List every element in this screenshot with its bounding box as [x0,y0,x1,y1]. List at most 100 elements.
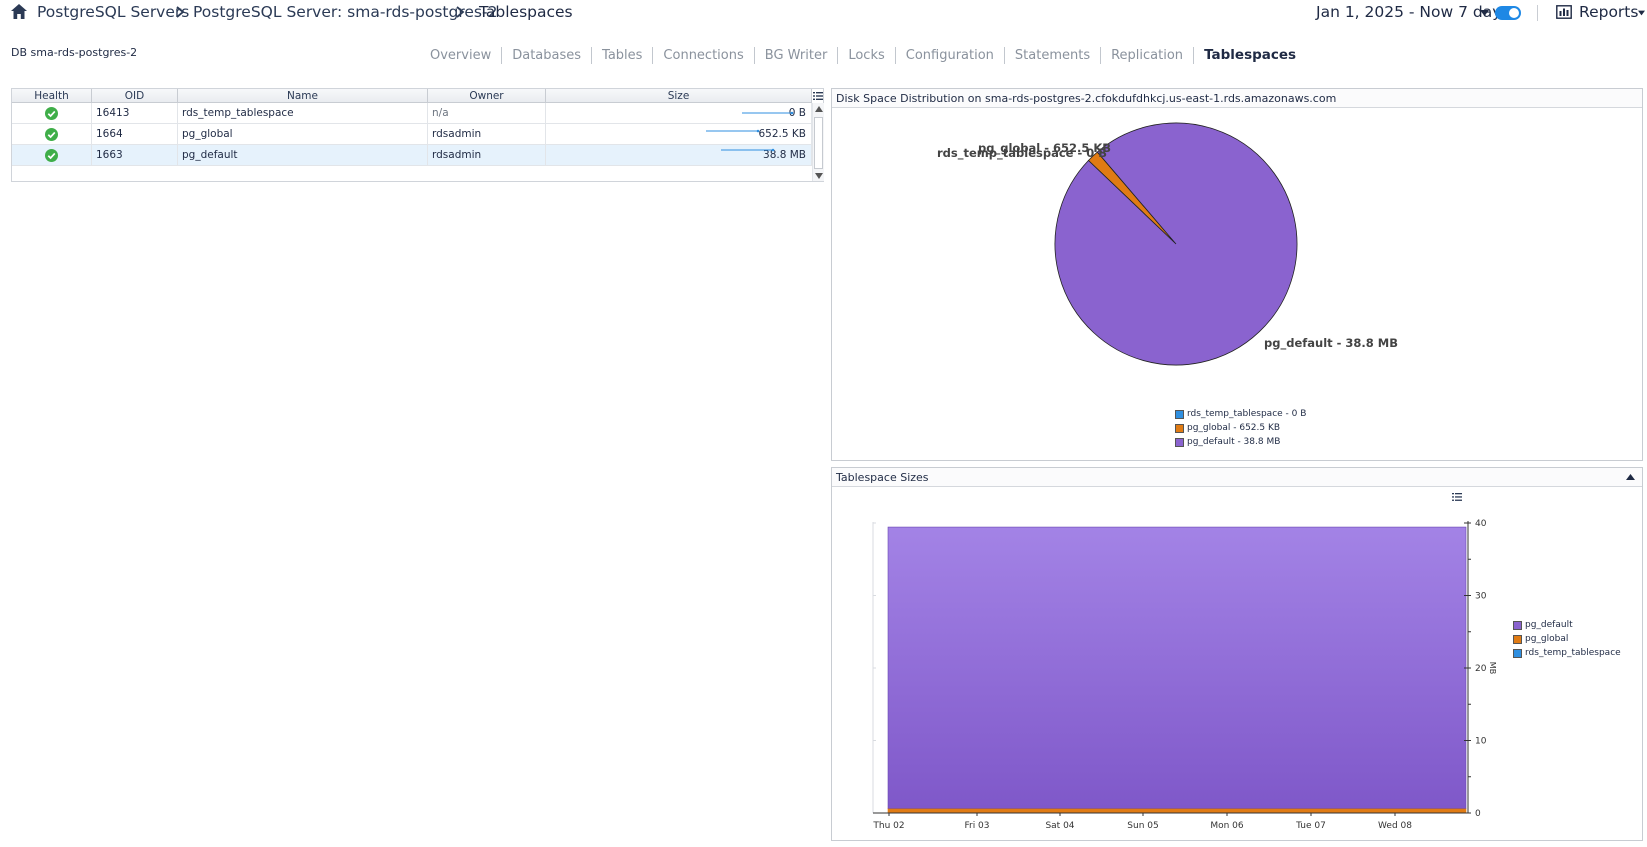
tablespace-sizes-panel: Tablespace Sizes Thu 02 Fri 03 Sat 04 Sun 0… [831,467,1643,841]
legend-label: pg_global [1525,634,1569,644]
tab-replication[interactable]: Replication [1100,46,1193,64]
x-tick-label: Mon 06 [1210,821,1244,831]
oid-cell: 1663 [92,145,178,166]
column-header-name[interactable]: Name [178,89,428,103]
tablespaces-table: Health OID Name Owner Size 16413 rds_tem… [11,88,824,182]
table-row[interactable]: 1663 pg_default rdsadmin 38.8 MB [12,145,812,166]
y-axis-label: MB [1488,662,1497,674]
legend-label: pg_global - 652.5 KB [1187,423,1281,433]
owner-cell: rdsadmin [428,124,546,145]
scrollbar-thumb[interactable] [814,117,823,169]
tab-tablespaces[interactable]: Tablespaces [1193,46,1306,64]
area-legend: pg_default pg_global rds_temp_tablespace [1513,618,1621,660]
size-cell: 38.8 MB [546,145,812,166]
header-divider [1537,5,1538,21]
size-sparkline [706,129,760,133]
tab-overview[interactable]: Overview [420,47,501,64]
check-circle-icon [45,128,58,141]
pie-label: pg_global - 652.5 KB [978,141,1111,156]
breadcrumb-server[interactable]: PostgreSQL Server: sma-rds-postgres-2 [193,3,497,21]
legend-item-pg-default[interactable]: pg_default - 38.8 MB [1175,435,1306,449]
table-header: Health OID Name Owner Size [12,89,812,103]
size-sparkline [742,111,794,115]
reports-menu[interactable]: Reports [1579,3,1638,21]
x-tick-label: Fri 03 [964,821,989,831]
legend-label: rds_temp_tablespace [1525,648,1621,658]
chevron-right-icon [456,6,465,18]
x-tick-label: Thu 02 [872,821,904,831]
chevron-down-icon[interactable] [1638,10,1645,16]
column-header-owner[interactable]: Owner [428,89,546,103]
name-cell: pg_default [178,145,428,166]
x-tick-label: Sun 05 [1127,821,1158,831]
reports-icon[interactable] [1556,5,1572,19]
legend-item-pg-global[interactable]: pg_global [1513,632,1621,646]
top-bar: PostgreSQL Servers PostgreSQL Server: sm… [0,0,1647,26]
legend-item-rds-temp[interactable]: rds_temp_tablespace [1513,646,1621,660]
area-chart: Thu 02 Fri 03 Sat 04 Sun 05 Mon 06 Tue 07 Wed … [872,519,1497,831]
y-tick-label: 20 [1475,664,1487,674]
x-tick-label: Sat 04 [1045,821,1074,831]
y-tick-label: 10 [1475,737,1487,747]
owner-cell: n/a [428,103,546,124]
tab-statements[interactable]: Statements [1003,46,1100,64]
table-row[interactable]: 16413 rds_temp_tablespace n/a 0 B [12,103,812,124]
home-icon[interactable] [10,3,28,20]
scroll-down-icon[interactable] [815,173,823,179]
check-circle-icon [45,107,58,120]
legend-item-rds-temp[interactable]: rds_temp_tablespace - 0 B [1175,407,1306,421]
tab-connections[interactable]: Connections [652,46,753,64]
y-tick-label: 40 [1475,519,1487,529]
tab-databases[interactable]: Databases [501,46,591,64]
x-tick-label: Wed 08 [1378,821,1412,831]
tab-bar: Overview Databases Tables Connections BG… [420,45,1306,65]
legend-item-pg-default[interactable]: pg_default [1513,618,1621,632]
size-sparkline [721,148,775,152]
column-menu-icon[interactable] [812,89,824,103]
tab-tables[interactable]: Tables [591,46,652,64]
oid-cell: 16413 [92,103,178,124]
collapse-icon[interactable] [1626,474,1635,480]
oid-cell: 1664 [92,124,178,145]
legend-label: pg_default [1525,620,1573,630]
table-row[interactable]: 1664 pg_global rdsadmin 652.5 KB [12,124,812,145]
column-header-size[interactable]: Size [546,89,812,103]
tab-bg-writer[interactable]: BG Writer [753,46,838,64]
y-tick-label: 0 [1475,809,1481,819]
area-series-pg-global-band [888,809,1466,813]
legend-label: pg_default - 38.8 MB [1187,437,1281,447]
area-series-pg-default[interactable] [887,526,1467,809]
panel-title: Tablespace Sizes [832,468,1642,487]
size-value: 652.5 KB [758,128,807,140]
name-cell: pg_global [178,124,428,145]
owner-cell: rdsadmin [428,145,546,166]
pie-label: pg_default - 38.8 MB [1264,336,1398,351]
legend-swatch [1513,635,1522,644]
legend-swatch [1175,438,1184,447]
chevron-right-icon [176,6,185,18]
y-tick-label: 30 [1475,592,1487,602]
auto-refresh-toggle[interactable] [1495,6,1521,20]
panel-title: Disk Space Distribution on sma-rds-postg… [832,89,1642,108]
legend-swatch [1513,621,1522,630]
name-cell: rds_temp_tablespace [178,103,428,124]
chevron-down-icon[interactable] [1480,10,1489,16]
disk-space-panel: Disk Space Distribution on sma-rds-postg… [831,88,1643,461]
size-cell: 652.5 KB [546,124,812,145]
scroll-up-icon[interactable] [815,106,823,112]
legend-swatch [1175,410,1184,419]
table-scrollbar[interactable] [812,103,824,181]
health-cell [12,124,92,145]
legend-swatch [1513,649,1522,658]
column-header-oid[interactable]: OID [92,89,178,103]
column-header-health[interactable]: Health [12,89,92,103]
db-label: DB sma-rds-postgres-2 [11,46,138,59]
breadcrumb-current: Tablespaces [479,3,573,21]
pie-legend: rds_temp_tablespace - 0 B pg_global - 65… [1175,407,1306,449]
tab-configuration[interactable]: Configuration [894,46,1004,64]
chart-menu-icon[interactable] [1451,491,1463,503]
size-cell: 0 B [546,103,812,124]
breadcrumb-postgresql-servers[interactable]: PostgreSQL Servers [37,3,189,21]
tab-locks[interactable]: Locks [837,46,894,64]
legend-item-pg-global[interactable]: pg_global - 652.5 KB [1175,421,1306,435]
